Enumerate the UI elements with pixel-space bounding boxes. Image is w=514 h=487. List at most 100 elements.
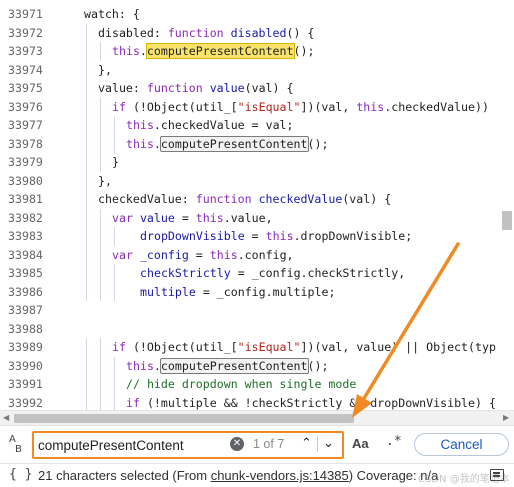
indent-guide (86, 282, 87, 301)
indent-guide (114, 375, 115, 394)
indent-guide (100, 356, 101, 375)
search-field: ✕ 1 of 7 ⌃ ⌄ (32, 431, 344, 459)
code-text[interactable]: this.checkedValue = val; (126, 116, 294, 135)
code-text[interactable]: disabled: function disabled() { (98, 24, 314, 43)
indent-guide (86, 208, 87, 227)
next-match-button[interactable]: ⌄ (317, 433, 339, 455)
code-text[interactable]: this.computePresentContent(); (112, 42, 314, 61)
line-number[interactable]: 33990 (8, 357, 48, 376)
code-text[interactable]: if (!Object(util_["isEqual"])(val, value… (112, 338, 496, 357)
code-line: 33981 checkedValue: function checkedValue… (0, 190, 514, 209)
indent-guide (100, 97, 101, 116)
replace-toggle-b: B (15, 444, 22, 455)
line-number[interactable]: 33972 (8, 24, 48, 43)
line-number[interactable]: 33976 (8, 98, 48, 117)
code-token: this (126, 136, 154, 151)
code-token: ])(val, value) || Object(typ (300, 340, 496, 354)
code-text[interactable]: value: function value(val) { (98, 79, 293, 98)
code-text[interactable]: // hide dropdown when single mode (126, 375, 356, 394)
code-token: . (153, 136, 161, 151)
code-token: if (112, 340, 126, 354)
match-case-button[interactable]: Aa (352, 436, 369, 451)
code-token: ])(val, (300, 99, 357, 114)
pretty-print-braces-icon[interactable]: { } (9, 467, 32, 482)
line-number[interactable]: 33983 (8, 227, 48, 246)
replace-toggle-icon[interactable]: A B (9, 435, 22, 455)
indent-guide (86, 60, 87, 79)
code-text[interactable]: if (!Object(util_["isEqual"])(val, this.… (112, 98, 489, 117)
line-number[interactable]: 33982 (8, 209, 48, 228)
code-text[interactable]: watch: { (84, 5, 140, 24)
scroll-right-arrow-icon[interactable]: ▶ (503, 413, 509, 422)
line-number[interactable]: 33987 (8, 301, 48, 320)
code-text[interactable]: multiple = _config.multiple; (140, 283, 335, 302)
code-text[interactable]: checkedValue: function checkedValue(val)… (98, 190, 391, 209)
code-token: . (153, 358, 161, 373)
line-number[interactable]: 33984 (8, 246, 48, 265)
line-number[interactable]: 33974 (8, 61, 48, 80)
code-line: 33984 var _config = this.config, (0, 246, 514, 265)
line-number[interactable]: 33977 (8, 116, 48, 135)
code-token: "isEqual" (237, 340, 301, 354)
vertical-scrollbar-thumb[interactable] (502, 211, 512, 230)
line-number[interactable]: 33988 (8, 320, 48, 339)
source-file-link[interactable]: chunk-vendors.js:14385 (211, 468, 349, 483)
previous-match-button[interactable]: ⌃ (296, 433, 317, 455)
coverage-panel-icon[interactable] (490, 469, 504, 481)
code-text[interactable]: this.computePresentContent(); (126, 357, 328, 376)
indent-guide (100, 42, 101, 61)
match-count: 1 of 7 (253, 437, 285, 451)
chevron-up-icon: ⌃ (301, 436, 312, 451)
line-number[interactable]: 33989 (8, 338, 48, 357)
regex-button[interactable]: .* (386, 434, 402, 449)
line-number[interactable]: 33979 (8, 153, 48, 172)
line-number[interactable]: 33981 (8, 190, 48, 209)
code-token: = (244, 229, 266, 243)
code-text[interactable]: var _config = this.config, (112, 246, 294, 265)
line-number[interactable]: 33978 (8, 135, 48, 154)
horizontal-scrollbar-thumb[interactable] (14, 414, 354, 423)
indent-guide (86, 227, 87, 246)
code-text[interactable]: }, (98, 61, 112, 80)
code-line: 33991 // hide dropdown when single mode (0, 375, 514, 394)
clear-circle-icon[interactable]: ✕ (230, 437, 244, 451)
code-text[interactable]: dropDownVisible = this.dropDownVisible; (140, 227, 412, 246)
code-text[interactable]: } (112, 153, 119, 172)
indent-guide (100, 264, 101, 283)
cancel-button[interactable]: Cancel (414, 433, 509, 456)
line-number[interactable]: 33973 (8, 42, 48, 61)
status-bar: { } 21 characters selected (From chunk-v… (0, 463, 514, 487)
code-token: disabled: (98, 25, 168, 40)
line-number[interactable]: 33980 (8, 172, 48, 191)
search-input[interactable] (38, 436, 226, 454)
code-editor[interactable]: 33971 watch: { 33972 disabled: function dis… (0, 0, 514, 410)
code-token: checkedValue (258, 192, 343, 206)
code-line: 33992 if (!multiple && !checkStrictly && … (0, 394, 514, 411)
indent-guide (86, 97, 87, 116)
scroll-left-arrow-icon[interactable]: ◀ (3, 413, 9, 422)
line-number[interactable]: 33975 (8, 79, 48, 98)
line-number[interactable]: 33992 (8, 394, 48, 411)
line-number[interactable]: 33991 (8, 375, 48, 394)
code-token: }, (98, 62, 112, 77)
indent-guide (100, 153, 101, 172)
line-number[interactable]: 33971 (8, 5, 48, 24)
code-text[interactable]: if (!multiple && !checkStrictly && dropD… (126, 394, 496, 411)
code-line: 33985 checkStrictly = _config.checkStrict… (0, 264, 514, 283)
horizontal-scrollbar[interactable]: ◀ ▶ (0, 410, 514, 425)
code-text[interactable]: this.computePresentContent(); (126, 135, 328, 154)
indent-guide (114, 264, 115, 283)
code-token: (); (307, 136, 329, 151)
code-text[interactable]: }, (98, 172, 112, 191)
line-number[interactable]: 33985 (8, 264, 48, 283)
line-number[interactable]: 33986 (8, 283, 48, 302)
code-token: (val) { (342, 192, 392, 206)
code-token: _config (139, 247, 189, 262)
code-line: 33972 disabled: function disabled() { (0, 24, 514, 43)
code-text[interactable]: checkStrictly = _config.checkStrictly, (140, 264, 405, 283)
code-text[interactable]: var value = this.value, (112, 209, 273, 228)
indent-guide (114, 116, 115, 135)
code-line: 33971 watch: { (0, 5, 514, 24)
code-token: (); (307, 358, 329, 373)
code-token: this (209, 247, 238, 262)
